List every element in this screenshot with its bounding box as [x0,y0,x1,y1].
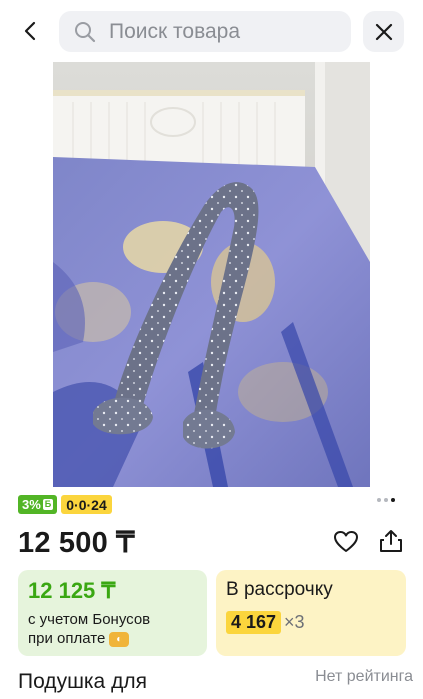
bonus-mark: Б [42,499,54,510]
close-icon [375,23,392,40]
bonus-caption-line1: с учетом Бонусов [28,611,151,628]
badges-row: 3% Б 0·0·24 [18,495,112,514]
product-price: 12 500 ₸ [18,527,135,559]
gallery-dot-active [391,498,395,502]
product-title: Подушка для [18,670,147,693]
back-button[interactable] [14,14,48,48]
bonus-caption-line2: при оплате [28,630,106,647]
share-button[interactable] [378,528,404,554]
installment-multiplier: ×3 [284,612,305,632]
bonus-price: 12 125 ₸ [28,578,116,603]
installment-card[interactable]: В рассрочку 4 167 ×3 [216,570,406,656]
installment-title: В рассрочку [226,579,333,600]
gallery-dots [377,498,395,502]
top-bar [0,0,423,62]
bonus-badge: 3% Б [18,495,58,514]
favorite-button[interactable] [333,529,359,555]
heart-icon [334,531,358,552]
bonus-caption: с учетом Бонусов при оплате ◐ [28,610,197,648]
product-image [53,62,370,487]
bonus-coin-icon: ◐ [109,631,130,647]
share-icon [380,530,402,552]
installment-badge: 0·0·24 [61,495,112,514]
close-button[interactable] [363,11,404,52]
installment-amount: 4 167 [226,611,282,634]
gallery-dot [377,498,381,502]
search-icon [73,20,97,44]
gallery-dot [384,498,388,502]
chevron-left-icon [24,21,36,41]
installment-row: 4 167 ×3 [226,611,396,634]
search-input[interactable] [109,19,329,44]
bonus-price-card[interactable]: 12 125 ₸ с учетом Бонусов при оплате ◐ [18,570,207,656]
rating-label[interactable]: Нет рейтинга [315,668,413,686]
search-bar[interactable] [59,11,351,52]
product-photo[interactable] [53,62,370,487]
bonus-percent: 3% [22,497,41,512]
